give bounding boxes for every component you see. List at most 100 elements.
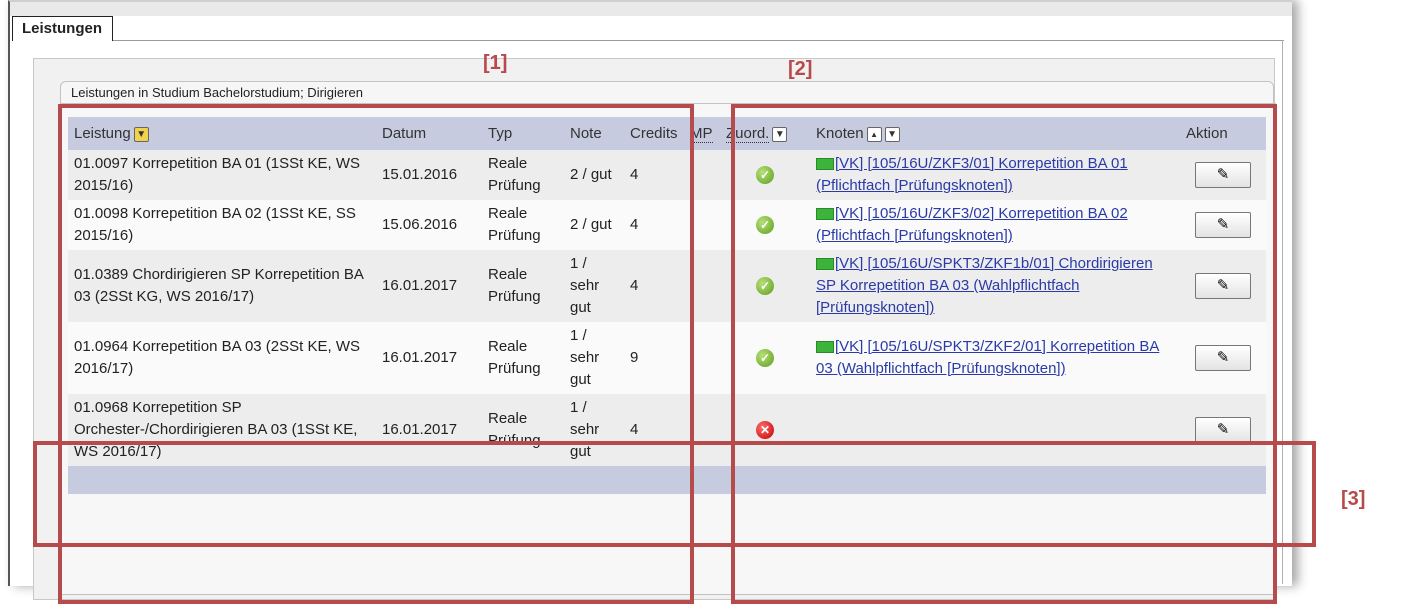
tab-divider xyxy=(12,40,1284,41)
col-datum[interactable]: Datum xyxy=(376,117,482,150)
cell-mp xyxy=(684,394,720,466)
cell-aktion: ✎ xyxy=(1180,250,1266,322)
table-row: 01.0389 Chordirigieren SP Korrepetition … xyxy=(68,250,1266,322)
pencil-icon: ✎ xyxy=(1216,349,1230,366)
cell-knoten: [VK] [105/16U/SPKT3/ZKF2/01] Korrepetiti… xyxy=(810,322,1180,394)
cell-mp xyxy=(684,150,720,200)
cell-datum: 15.06.2016 xyxy=(376,200,482,250)
leistungen-table: Leistung ▼ Datum Typ Note Credits MP Zuor… xyxy=(68,117,1266,494)
cell-zuord: ✕ xyxy=(720,394,810,466)
sort-up-icon[interactable]: ▲ xyxy=(866,126,882,142)
cell-mp xyxy=(684,322,720,394)
check-circle-icon: ✓ xyxy=(756,349,774,367)
col-zuord[interactable]: Zuord. ▼ xyxy=(720,117,810,150)
knoten-link[interactable]: [VK] [105/16U/SPKT3/ZKF2/01] Korrepetiti… xyxy=(816,338,1159,377)
cell-note: 1 / sehr gut xyxy=(564,322,624,394)
window-top-strip xyxy=(10,2,1292,16)
cell-leistung: 01.0097 Korrepetition BA 01 (1SSt KE, WS… xyxy=(68,150,376,200)
group-title: Leistungen in Studium Bachelorstudium; D… xyxy=(60,81,1274,103)
col-knoten[interactable]: Knoten ▲ ▼ xyxy=(810,117,1180,150)
edit-button[interactable]: ✎ xyxy=(1195,345,1251,371)
green-flag-icon xyxy=(816,341,834,354)
table-row: 01.0097 Korrepetition BA 01 (1SSt KE, WS… xyxy=(68,150,1266,200)
cell-credits: 4 xyxy=(624,394,684,466)
col-typ[interactable]: Typ xyxy=(482,117,564,150)
cell-datum: 16.01.2017 xyxy=(376,394,482,466)
cell-typ: Reale Prüfung xyxy=(482,200,564,250)
cell-datum: 16.01.2017 xyxy=(376,322,482,394)
knoten-link[interactable]: [VK] [105/16U/ZKF3/01] Korrepetition BA … xyxy=(816,155,1128,194)
table-footer-row xyxy=(68,466,1266,494)
col-aktion: Aktion xyxy=(1180,117,1266,150)
knoten-link[interactable]: [VK] [105/16U/SPKT3/ZKF1b/01] Chordirigi… xyxy=(816,255,1153,316)
annotation-label-1: [1] xyxy=(483,52,508,74)
cell-credits: 9 xyxy=(624,322,684,394)
cell-note: 2 / gut xyxy=(564,150,624,200)
edit-button[interactable]: ✎ xyxy=(1195,417,1251,443)
col-mp[interactable]: MP xyxy=(684,117,720,150)
cell-credits: 4 xyxy=(624,200,684,250)
edit-button[interactable]: ✎ xyxy=(1195,212,1251,238)
filter-icon[interactable]: ▼ xyxy=(772,126,788,142)
check-circle-icon: ✓ xyxy=(756,277,774,295)
edit-button[interactable]: ✎ xyxy=(1195,162,1251,188)
green-flag-icon xyxy=(816,158,834,171)
cell-mp xyxy=(684,250,720,322)
col-credits[interactable]: Credits xyxy=(624,117,684,150)
cell-typ: Reale Prüfung xyxy=(482,394,564,466)
cell-note: 1 / sehr gut xyxy=(564,250,624,322)
pencil-icon: ✎ xyxy=(1216,166,1230,183)
cell-leistung: 01.0968 Korrepetition SP Orchester-/Chor… xyxy=(68,394,376,466)
cell-mp xyxy=(684,200,720,250)
knoten-link[interactable]: [VK] [105/16U/ZKF3/02] Korrepetition BA … xyxy=(816,205,1128,244)
cell-zuord: ✓ xyxy=(720,322,810,394)
cell-note: 1 / sehr gut xyxy=(564,394,624,466)
filter-icon[interactable]: ▼ xyxy=(133,126,149,142)
table-row: 01.0964 Korrepetition BA 03 (2SSt KE, WS… xyxy=(68,322,1266,394)
col-leistung-label: Leistung xyxy=(74,125,131,142)
cell-credits: 4 xyxy=(624,250,684,322)
table-row: 01.0968 Korrepetition SP Orchester-/Chor… xyxy=(68,394,1266,466)
edit-button[interactable]: ✎ xyxy=(1195,273,1251,299)
cell-aktion: ✎ xyxy=(1180,394,1266,466)
cell-credits: 4 xyxy=(624,150,684,200)
cell-leistung: 01.0389 Chordirigieren SP Korrepetition … xyxy=(68,250,376,322)
cell-datum: 15.01.2016 xyxy=(376,150,482,200)
cell-aktion: ✎ xyxy=(1180,322,1266,394)
cell-zuord: ✓ xyxy=(720,150,810,200)
col-knoten-label: Knoten xyxy=(816,125,864,142)
annotation-label-2: [2] xyxy=(788,58,813,80)
cell-aktion: ✎ xyxy=(1180,200,1266,250)
cell-zuord: ✓ xyxy=(720,200,810,250)
table-header-row: Leistung ▼ Datum Typ Note Credits MP Zuor… xyxy=(68,117,1266,150)
x-circle-icon: ✕ xyxy=(756,421,774,439)
check-circle-icon: ✓ xyxy=(756,216,774,234)
cell-typ: Reale Prüfung xyxy=(482,322,564,394)
green-flag-icon xyxy=(816,258,834,271)
cell-aktion: ✎ xyxy=(1180,150,1266,200)
pencil-icon: ✎ xyxy=(1216,216,1230,233)
cell-leistung: 01.0098 Korrepetition BA 02 (1SSt KE, SS… xyxy=(68,200,376,250)
cell-note: 2 / gut xyxy=(564,200,624,250)
cell-knoten: [VK] [105/16U/ZKF3/01] Korrepetition BA … xyxy=(810,150,1180,200)
cell-leistung: 01.0964 Korrepetition BA 03 (2SSt KE, WS… xyxy=(68,322,376,394)
green-flag-icon xyxy=(816,208,834,221)
cell-datum: 16.01.2017 xyxy=(376,250,482,322)
cell-knoten xyxy=(810,394,1180,466)
col-note[interactable]: Note xyxy=(564,117,624,150)
pencil-icon: ✎ xyxy=(1216,421,1230,438)
cell-zuord: ✓ xyxy=(720,250,810,322)
table-row: 01.0098 Korrepetition BA 02 (1SSt KE, SS… xyxy=(68,200,1266,250)
cell-knoten: [VK] [105/16U/ZKF3/02] Korrepetition BA … xyxy=(810,200,1180,250)
cell-typ: Reale Prüfung xyxy=(482,150,564,200)
col-mp-label: MP xyxy=(690,125,713,143)
col-leistung[interactable]: Leistung ▼ xyxy=(68,117,376,150)
check-circle-icon: ✓ xyxy=(756,166,774,184)
col-zuord-label: Zuord. xyxy=(726,125,770,143)
tab-leistungen[interactable]: Leistungen xyxy=(12,16,114,41)
cell-knoten: [VK] [105/16U/SPKT3/ZKF1b/01] Chordirigi… xyxy=(810,250,1180,322)
pencil-icon: ✎ xyxy=(1216,277,1230,294)
filter-icon[interactable]: ▼ xyxy=(884,126,900,142)
content-edge xyxy=(1282,40,1283,584)
annotation-label-3: [3] xyxy=(1341,488,1366,510)
